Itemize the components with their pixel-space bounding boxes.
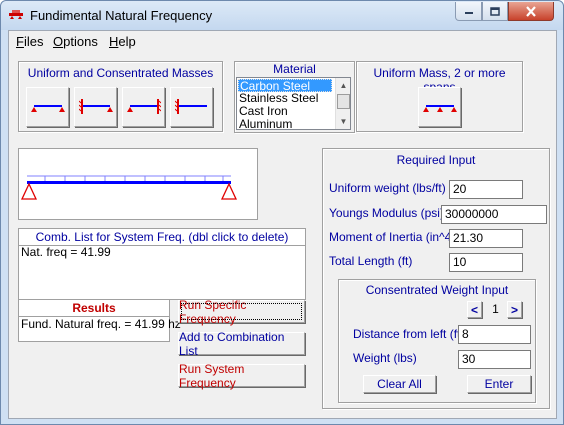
add-combination-list-button[interactable]: Add to Combination List [178, 330, 305, 358]
uniform-mass-group: Uniform Mass, 2 or more spans [356, 61, 523, 132]
minimize-icon [464, 12, 473, 14]
comb-list[interactable]: Comb. List for System Freq. (dbl click t… [18, 228, 306, 300]
beam-fixed-pinned-icon [78, 99, 113, 114]
results-title: Results [19, 300, 169, 317]
material-scrollbar[interactable]: ▲ ▼ [335, 78, 350, 129]
menu-help-rest: elp [118, 34, 136, 49]
menu-options[interactable]: Options [53, 34, 98, 49]
scroll-down-icon[interactable]: ▼ [336, 114, 351, 129]
menu-help[interactable]: Help [109, 34, 136, 49]
window-title: Fundimental Natural Frequency [30, 8, 213, 23]
run-system-frequency-button[interactable]: Run System Frequency [178, 362, 305, 390]
scroll-thumb[interactable] [337, 94, 350, 109]
minimize-button[interactable] [455, 2, 482, 21]
beam-cantilever-icon [174, 99, 207, 114]
run-specific-frequency-button[interactable]: Run Specific Frequency [178, 298, 305, 326]
clear-all-button[interactable]: Clear All [363, 375, 436, 393]
menu-options-key: O [53, 34, 64, 49]
concentrated-weight-title: Consentrated Weight Input [365, 283, 509, 297]
beam-simply-supported-icon [30, 105, 65, 112]
enter-button[interactable]: Enter [467, 375, 531, 393]
menu-bar: Files Options Help [9, 31, 556, 51]
required-input-title: Required Input [396, 153, 476, 167]
beam-pinned-fixed-icon [126, 99, 161, 114]
menu-files[interactable]: Files [16, 34, 43, 49]
material-group: Material Carbon Steel Stainless Steel Ca… [234, 61, 355, 133]
beam-diagram-drawing [20, 175, 238, 200]
beam-multi-span-button[interactable] [418, 87, 461, 127]
maximize-icon [490, 6, 500, 16]
moment-inertia-field[interactable]: 21.30 [449, 229, 523, 248]
material-item-aluminum[interactable]: Aluminum [239, 118, 292, 131]
weight-index: 1 [492, 302, 499, 316]
next-weight-button[interactable]: > [507, 301, 522, 318]
beam-fixed-pinned-button[interactable] [74, 87, 117, 127]
menu-help-key: H [109, 34, 119, 49]
uniform-weight-label: Uniform weight (lbs/ft) [329, 181, 446, 195]
beam-simply-supported-button[interactable] [26, 87, 69, 127]
close-button[interactable] [508, 2, 554, 21]
menu-files-rest: iles [23, 34, 44, 49]
youngs-modulus-label: Youngs Modulus (psi) [329, 206, 444, 220]
weight-field[interactable]: 30 [458, 350, 531, 369]
beam-diagram [18, 148, 258, 220]
masses-title: Uniform and Consentrated Masses [27, 66, 214, 80]
concentrated-weight-group: Consentrated Weight Input < 1 > Distance… [338, 279, 536, 403]
maximize-button[interactable] [482, 2, 508, 21]
results-text: Fund. Natural freq. = 41.99 hz [21, 317, 181, 331]
beam-pinned-fixed-button[interactable] [122, 87, 165, 127]
close-icon [526, 5, 536, 17]
total-length-field[interactable]: 10 [449, 253, 523, 272]
menu-options-rest: ptions [63, 34, 98, 49]
scroll-up-icon[interactable]: ▲ [336, 78, 351, 93]
chevron-right-icon: > [510, 302, 518, 317]
masses-group: Uniform and Consentrated Masses [18, 61, 223, 132]
chevron-left-icon: < [470, 302, 478, 317]
client-area: Files Options Help Uniform and Consentra… [8, 30, 557, 419]
youngs-modulus-field[interactable]: 30000000 [441, 205, 547, 224]
weight-label: Weight (lbs) [353, 351, 417, 365]
total-length-label: Total Length (ft) [329, 254, 413, 268]
distance-left-field[interactable]: 8 [458, 325, 531, 344]
uniform-weight-field[interactable]: 20 [449, 180, 523, 199]
results-box: Results Fund. Natural freq. = 41.99 hz [18, 299, 181, 342]
moment-inertia-label: Moment of Inertia (in^4) [329, 230, 456, 244]
prev-weight-button[interactable]: < [467, 301, 482, 318]
beam-multi-span-icon [422, 105, 457, 112]
menu-files-key: F [16, 34, 24, 49]
material-title: Material [273, 62, 316, 76]
beam-cantilever-button[interactable] [170, 87, 213, 127]
app-window: Fundimental Natural Frequency Files Opti… [0, 0, 564, 425]
comb-list-title: Comb. List for System Freq. (dbl click t… [19, 229, 305, 246]
distance-left-label: Distance from left (ft) [353, 327, 465, 341]
material-list[interactable]: Carbon Steel Stainless Steel Cast Iron A… [236, 77, 351, 131]
title-bar[interactable]: Fundimental Natural Frequency [1, 1, 563, 30]
app-icon [9, 10, 23, 19]
comb-list-item[interactable]: Nat. freq = 41.99 [21, 246, 111, 259]
required-input-group: Required Input Uniform weight (lbs/ft) 2… [322, 148, 550, 409]
